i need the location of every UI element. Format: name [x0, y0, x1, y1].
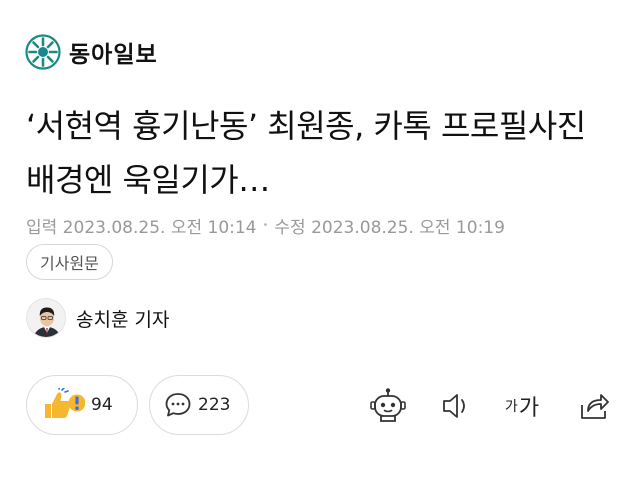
robot-icon: [370, 388, 406, 422]
article-dates: 입력 2023.08.25. 오전 10:14 • 수정 2023.08.25.…: [26, 213, 505, 238]
reaction-thumbs-up-icon: [45, 388, 85, 418]
comment-count: 223: [198, 395, 231, 415]
donga-logo-icon: [25, 34, 61, 70]
brand-name: 동아일보: [69, 42, 158, 68]
listen-audio-button[interactable]: [434, 384, 478, 428]
date-separator: •: [262, 220, 269, 231]
reporter-name: 송치훈 기자: [76, 308, 170, 331]
speaker-icon: [443, 394, 465, 418]
article-title: ‘서현역 흉기난동’ 최원종, 카톡 프로필사진 배경엔 욱일기가…: [26, 107, 586, 199]
modified-date: 수정 2023.08.25. 오전 10:19: [274, 218, 505, 238]
summary-bot-button[interactable]: [366, 384, 410, 428]
reporter-avatar: [26, 298, 66, 338]
reporter-photo-icon: [27, 299, 65, 337]
reaction-button[interactable]: 94: [26, 375, 138, 435]
comment-button[interactable]: 223: [149, 375, 249, 435]
font-size-small-glyph: 가: [504, 399, 518, 415]
share-button[interactable]: [572, 384, 616, 428]
share-icon: [581, 394, 609, 419]
font-size-button[interactable]: 가 가: [500, 384, 544, 428]
comment-bubble-icon: [165, 393, 191, 417]
published-date: 입력 2023.08.25. 오전 10:14: [26, 218, 257, 238]
reaction-count: 94: [91, 395, 113, 415]
reporter-byline[interactable]: 송치훈 기자: [26, 298, 169, 338]
publisher-brand[interactable]: 동아일보: [25, 34, 158, 70]
font-size-large-glyph: 가: [518, 396, 540, 421]
original-article-button[interactable]: 기사원문: [26, 244, 113, 280]
